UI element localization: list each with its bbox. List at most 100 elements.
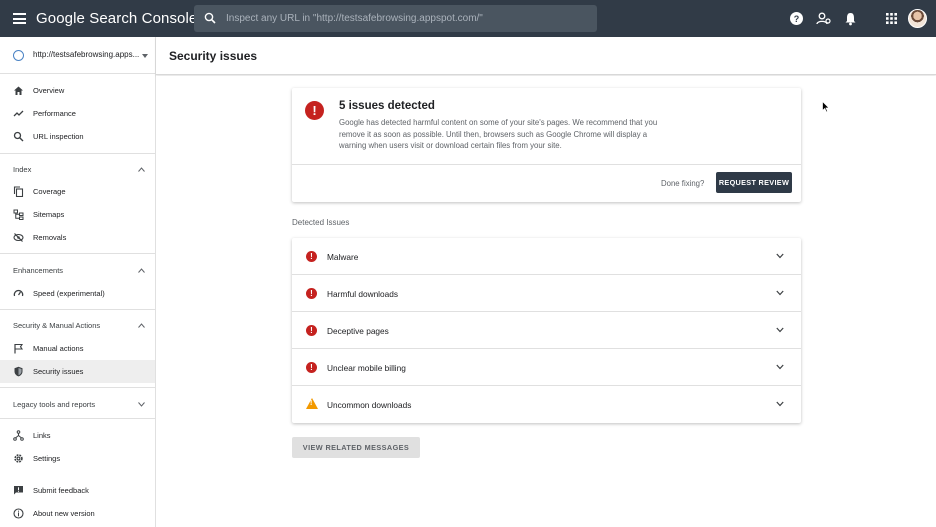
sidebar-item-label: Manual actions xyxy=(33,344,84,353)
sitemap-icon xyxy=(13,209,24,220)
sidebar-item-sitemaps[interactable]: Sitemaps xyxy=(0,203,155,226)
sidebar-item-label: Links xyxy=(33,431,51,440)
sidebar-item-removals[interactable]: Removals xyxy=(0,226,155,249)
sidebar-item-label: Sitemaps xyxy=(33,210,65,219)
manage-account-icon[interactable] xyxy=(816,11,831,26)
top-app-bar: Google Search Console ? xyxy=(0,0,936,37)
svg-text:?: ? xyxy=(794,14,800,24)
chevron-down-icon[interactable] xyxy=(776,401,784,407)
issue-row-harmful-downloads[interactable]: ! Harmful downloads xyxy=(292,275,801,312)
issue-row-unclear-mobile-billing[interactable]: ! Unclear mobile billing xyxy=(292,349,801,386)
issue-label: Deceptive pages xyxy=(327,326,389,336)
error-icon: ! xyxy=(306,251,317,262)
menu-icon[interactable] xyxy=(13,13,26,24)
error-icon: ! xyxy=(306,288,317,299)
sidebar-item-links[interactable]: Links xyxy=(0,424,155,447)
home-icon xyxy=(14,86,23,95)
chevron-down-icon xyxy=(138,402,145,407)
error-icon: ! xyxy=(305,101,324,120)
sidebar-item-label: Security issues xyxy=(33,367,84,376)
flag-icon xyxy=(14,343,24,354)
links-icon xyxy=(13,430,24,441)
chevron-down-icon[interactable] xyxy=(776,364,784,370)
error-icon: ! xyxy=(306,325,317,336)
issue-label: Unclear mobile billing xyxy=(327,363,406,373)
divider xyxy=(292,164,801,165)
issue-row-uncommon-downloads[interactable]: ! Uncommon downloads xyxy=(292,386,801,423)
issue-label: Malware xyxy=(327,252,359,262)
sidebar-item-label: URL inspection xyxy=(33,132,84,141)
section-security-manual-actions[interactable]: Security & Manual Actions xyxy=(0,313,155,337)
sidebar-item-url-inspection[interactable]: URL inspection xyxy=(0,125,155,148)
done-fixing-label: Done fixing? xyxy=(661,179,705,188)
eye-off-icon xyxy=(13,233,24,242)
section-title: Legacy tools and reports xyxy=(13,400,96,409)
help-icon[interactable]: ? xyxy=(789,11,804,26)
sidebar-item-label: Performance xyxy=(33,109,76,118)
sidebar-item-submit-feedback[interactable]: Submit feedback xyxy=(0,479,155,502)
avatar[interactable] xyxy=(908,9,927,28)
sidebar-item-speed[interactable]: Speed (experimental) xyxy=(0,282,155,305)
divider xyxy=(0,153,155,154)
sidebar-item-settings[interactable]: Settings xyxy=(0,447,155,470)
shield-icon xyxy=(14,366,23,377)
notifications-icon[interactable] xyxy=(843,11,858,26)
trend-icon xyxy=(13,110,24,117)
section-title: Security & Manual Actions xyxy=(13,321,101,330)
divider xyxy=(0,387,155,388)
issue-row-deceptive-pages[interactable]: ! Deceptive pages xyxy=(292,312,801,349)
section-enhancements[interactable]: Enhancements xyxy=(0,258,155,282)
issue-label: Harmful downloads xyxy=(327,289,399,299)
sidebar: http://testsafebrowsing.apps... Overview… xyxy=(0,37,156,527)
section-title: Enhancements xyxy=(13,266,64,275)
alert-body: Google has detected harmful content on s… xyxy=(339,118,658,151)
sidebar-item-performance[interactable]: Performance xyxy=(0,102,155,125)
section-index[interactable]: Index xyxy=(0,157,155,181)
sidebar-item-coverage[interactable]: Coverage xyxy=(0,180,155,203)
divider xyxy=(0,309,155,310)
sidebar-item-label: Settings xyxy=(33,454,61,463)
globe-icon xyxy=(13,50,24,61)
copy-icon xyxy=(13,186,24,197)
caret-down-icon xyxy=(142,54,148,58)
chevron-down-icon[interactable] xyxy=(776,290,784,296)
url-inspection-search[interactable] xyxy=(194,5,597,32)
info-icon xyxy=(13,508,24,519)
chevron-down-icon[interactable] xyxy=(776,253,784,259)
chevron-down-icon[interactable] xyxy=(776,327,784,333)
sidebar-item-manual-actions[interactable]: Manual actions xyxy=(0,337,155,360)
section-title: Index xyxy=(13,165,32,174)
gauge-icon xyxy=(13,289,24,297)
mouse-cursor-icon xyxy=(822,101,830,113)
issue-row-malware[interactable]: ! Malware xyxy=(292,238,801,275)
app-title[interactable]: Google Search Console xyxy=(36,10,197,27)
chevron-up-icon xyxy=(138,323,145,328)
sidebar-item-label: Speed (experimental) xyxy=(33,289,105,298)
sidebar-item-label: Removals xyxy=(33,233,67,242)
section-legacy-tools[interactable]: Legacy tools and reports xyxy=(0,392,155,416)
issue-label: Uncommon downloads xyxy=(327,400,412,410)
warning-mark: ! xyxy=(310,400,313,407)
chevron-up-icon xyxy=(138,268,145,273)
alert-title: 5 issues detected xyxy=(339,100,435,112)
sidebar-item-label: Submit feedback xyxy=(33,486,89,495)
search-icon xyxy=(13,131,24,142)
page-title: Security issues xyxy=(169,49,258,63)
view-related-messages-button[interactable]: VIEW RELATED MESSAGES xyxy=(292,437,420,458)
search-input[interactable] xyxy=(226,5,586,32)
chevron-up-icon xyxy=(138,167,145,172)
divider xyxy=(0,418,155,419)
sidebar-item-overview[interactable]: Overview xyxy=(0,79,155,102)
sidebar-item-label: Coverage xyxy=(33,187,66,196)
property-selector[interactable]: http://testsafebrowsing.apps... xyxy=(0,37,155,74)
sidebar-item-security-issues[interactable]: Security issues xyxy=(0,360,155,383)
sidebar-item-about-new-version[interactable]: About new version xyxy=(0,502,155,525)
detected-issues-list: ! Malware ! Harmful downloads ! Deceptiv… xyxy=(292,238,801,423)
property-label: http://testsafebrowsing.apps... xyxy=(33,50,140,59)
sidebar-item-label: Overview xyxy=(33,86,65,95)
request-review-button[interactable]: REQUEST REVIEW xyxy=(716,172,792,193)
divider xyxy=(0,253,155,254)
apps-grid-icon[interactable] xyxy=(884,11,899,26)
issues-alert-card: ! 5 issues detected Google has detected … xyxy=(292,88,801,202)
gear-icon xyxy=(14,454,23,463)
